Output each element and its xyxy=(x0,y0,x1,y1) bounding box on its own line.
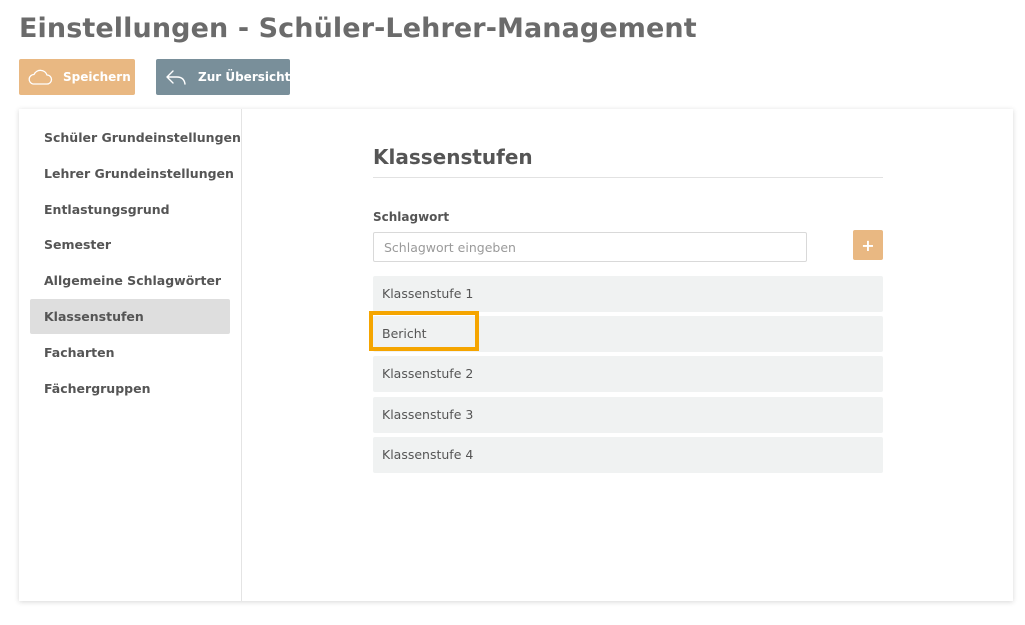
page-title: Einstellungen - Schüler-Lehrer-Managemen… xyxy=(19,13,697,44)
add-keyword-button[interactable]: + xyxy=(853,230,883,260)
reply-arrow-icon xyxy=(164,68,188,86)
save-button-label: Speichern xyxy=(63,70,131,84)
sidebar-item-facharten[interactable]: Facharten xyxy=(30,335,230,370)
plus-icon: + xyxy=(861,235,875,255)
section-title: Klassenstufen xyxy=(373,145,533,169)
sidebar-item-lehrer-grundeinstellungen[interactable]: Lehrer Grundeinstellungen xyxy=(30,156,234,191)
list-item[interactable]: Klassenstufe 2 xyxy=(373,356,883,392)
keyword-label: Schlagwort xyxy=(373,210,450,224)
sidebar-item-semester[interactable]: Semester xyxy=(30,227,230,262)
sidebar-item-schueler-grundeinstellungen[interactable]: Schüler Grundeinstellungen xyxy=(30,120,241,155)
sidebar-item-klassenstufen[interactable]: Klassenstufen xyxy=(30,299,230,334)
list-item[interactable]: Klassenstufe 1 xyxy=(373,276,883,312)
keyword-input[interactable] xyxy=(373,232,807,262)
cloud-icon xyxy=(27,68,53,86)
back-to-overview-button[interactable]: Zur Übersicht xyxy=(156,59,290,95)
save-button[interactable]: Speichern xyxy=(19,59,135,95)
sidebar-item-entlastungsgrund[interactable]: Entlastungsgrund xyxy=(30,192,230,227)
list-item[interactable]: Klassenstufe 4 xyxy=(373,437,883,473)
settings-sidebar: Schüler Grundeinstellungen Lehrer Grunde… xyxy=(19,109,242,601)
sidebar-item-allgemeine-schlagwoerter[interactable]: Allgemeine Schlagwörter xyxy=(30,263,230,298)
list-item[interactable]: Bericht xyxy=(373,316,883,352)
settings-card: Schüler Grundeinstellungen Lehrer Grunde… xyxy=(19,109,1013,601)
list-item[interactable]: Klassenstufe 3 xyxy=(373,397,883,433)
sidebar-item-faechergruppen[interactable]: Fächergruppen xyxy=(30,371,230,406)
section-divider xyxy=(373,177,883,178)
back-button-label: Zur Übersicht xyxy=(198,70,291,84)
